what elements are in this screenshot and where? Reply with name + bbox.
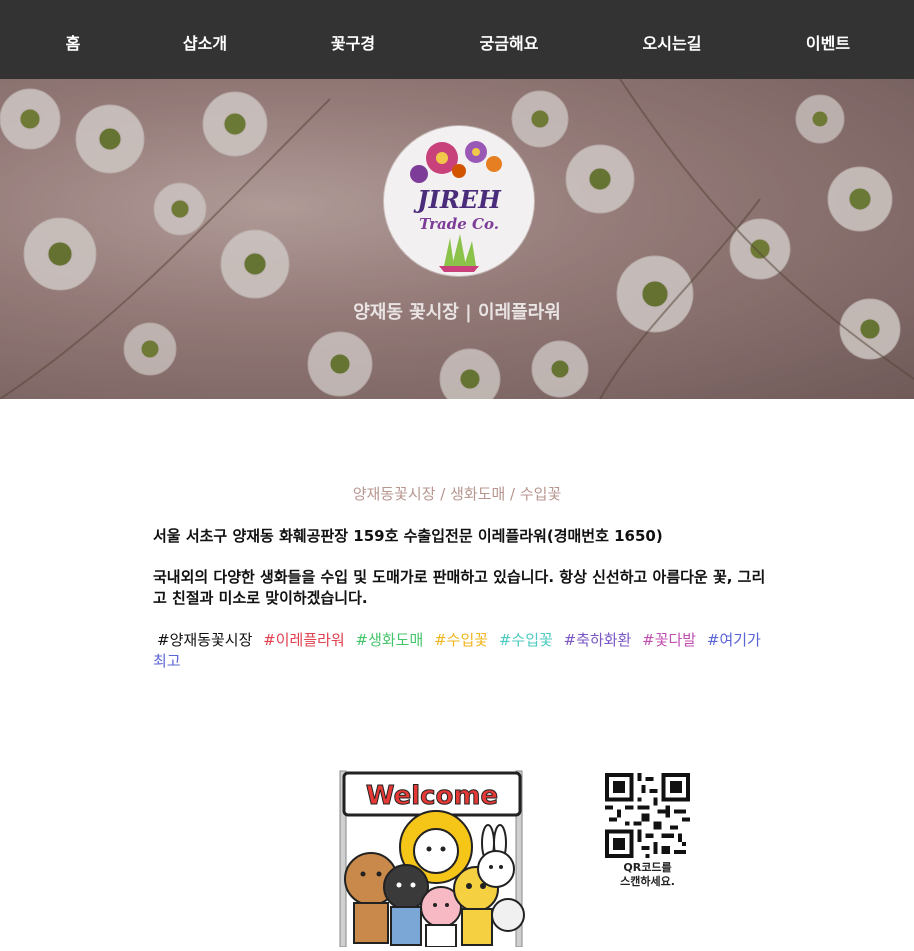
hashtag[interactable]: #생화도매 bbox=[356, 631, 424, 649]
qr-code[interactable] bbox=[605, 773, 690, 858]
hashtag[interactable]: #이레플라워 bbox=[263, 631, 345, 649]
nav-home[interactable]: 홈 bbox=[66, 30, 81, 54]
page-subtitle: 양재동꽃시장 / 생화도매 / 수입꽃 bbox=[352, 485, 562, 503]
hashtag[interactable]: #수입꽃 bbox=[434, 631, 488, 649]
jireh-logo[interactable]: JIREH Trade Co. bbox=[384, 126, 534, 276]
nav-shop-intro[interactable]: 샵소개 bbox=[183, 30, 227, 54]
qr-code-graphic bbox=[605, 773, 690, 858]
qr-caption: QR코드를 스캔하세요. bbox=[590, 861, 705, 889]
nav-event[interactable]: 이벤트 bbox=[806, 30, 850, 54]
qr-caption-line2: 스캔하세요. bbox=[620, 875, 675, 888]
nav-faq[interactable]: 궁금해요 bbox=[480, 30, 539, 54]
welcome-kakao-friends-image: Welcome bbox=[336, 769, 526, 948]
hashtag[interactable]: #양재동꽃시장 bbox=[157, 631, 252, 649]
top-navigation: 홈 샵소개 꽃구경 궁금해요 오시는길 이벤트 bbox=[0, 0, 914, 79]
svg-text:JIREH: JIREH bbox=[413, 185, 502, 214]
nav-directions[interactable]: 오시는길 bbox=[643, 30, 702, 54]
hashtag[interactable]: #축하화환 bbox=[564, 631, 632, 649]
description-text: 국내외의 다양한 생화들을 수입 및 도매가로 판매하고 있습니다. 항상 신선… bbox=[153, 568, 766, 607]
hashtag-list: #양재동꽃시장 #이레플라워 #생화도매 #수입꽃 #수입꽃 #축하화환 #꽃다… bbox=[153, 630, 773, 672]
svg-text:Welcome: Welcome bbox=[366, 781, 498, 811]
nav-flower-gallery[interactable]: 꽃구경 bbox=[331, 30, 375, 54]
hashtag[interactable]: #꽃다발 bbox=[642, 631, 696, 649]
svg-text:Trade Co.: Trade Co. bbox=[419, 215, 499, 233]
jireh-logo-graphic: JIREH Trade Co. bbox=[410, 141, 502, 272]
hero-title: 양재동 꽃시장 | 이레플라워 bbox=[353, 302, 561, 323]
address-text: 서울 서초구 양재동 화훼공판장 159호 수출입전문 이레플라워(경매번호 1… bbox=[153, 527, 663, 545]
hashtag[interactable]: #수입꽃 bbox=[499, 631, 553, 649]
hero-banner: JIREH Trade Co. 양재동 꽃시장 | 이레플라워 bbox=[0, 79, 914, 399]
qr-caption-line1: QR코드를 bbox=[623, 861, 672, 874]
